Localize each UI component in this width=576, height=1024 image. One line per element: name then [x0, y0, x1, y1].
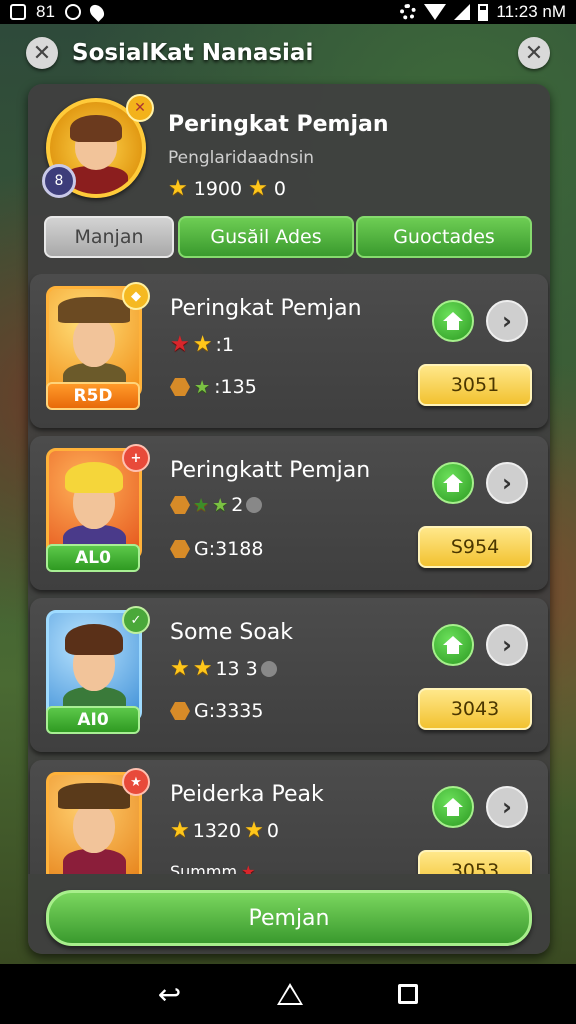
- home-icon: [443, 312, 463, 330]
- player-stars: ★ ★ 2: [170, 494, 263, 516]
- star-icon: ★: [170, 332, 190, 357]
- score-button[interactable]: 3051: [418, 364, 532, 406]
- player-stars: ★ 1320 ★ 0: [170, 818, 279, 843]
- hex-coin-icon: [170, 702, 190, 720]
- battery-icon: [478, 3, 489, 21]
- star-icon: ★: [192, 656, 213, 681]
- hex-coin-icon: [170, 540, 190, 558]
- close-button-right[interactable]: ✕: [518, 37, 550, 69]
- status-bar: 81 11:23 nM: [0, 0, 576, 24]
- hex-coin-icon: [170, 496, 190, 514]
- token-icon: [260, 660, 277, 677]
- profile-stars-count: 1900: [193, 177, 243, 200]
- player-stars: ★ ★ :1: [170, 332, 234, 357]
- player-coins: Summm ★: [170, 862, 255, 874]
- player-name: Peringkat Pemjan: [170, 296, 362, 321]
- close-icon: ✕: [524, 40, 544, 66]
- gallery-icon: [10, 4, 26, 20]
- player-coins: ★ :135: [170, 376, 257, 398]
- player-profile: ✕ 8 Peringkat Pemjan Penglaridaadnsin ★ …: [42, 94, 536, 214]
- star-icon: ★: [170, 656, 190, 681]
- plus-badge-icon: +: [122, 444, 150, 472]
- list-item[interactable]: ◆ R5D Peringkat Pemjan ★ ★ :1 ★ :135 › 3…: [30, 274, 548, 428]
- profile-stats: ★ 1900 ★ 0: [168, 176, 286, 201]
- status-time: 11:23 nM: [496, 2, 566, 21]
- profile-gold-count: 0: [273, 177, 286, 200]
- star-icon: ★: [170, 818, 190, 843]
- close-icon: ✕: [32, 40, 52, 66]
- star-icon: ★: [168, 176, 188, 201]
- home-icon: [443, 636, 463, 654]
- star-icon: ★: [192, 332, 213, 357]
- list-item[interactable]: + AL0 Peringkatt Pemjan ★ ★ 2 G:3188 › S…: [30, 436, 548, 590]
- details-button[interactable]: ›: [486, 786, 528, 828]
- profile-name: Peringkat Pemjan: [168, 112, 389, 137]
- player-coins: G:3188: [170, 538, 263, 560]
- home-button[interactable]: [432, 462, 474, 504]
- tab-bar: Manjan Gusăil Ades Guoctades: [44, 216, 532, 258]
- status-left-text: 81: [36, 2, 55, 21]
- chevron-right-icon: ›: [502, 631, 512, 659]
- level-badge: AI0: [46, 706, 140, 734]
- token-icon: [246, 497, 263, 513]
- android-nav-bar: ↩: [0, 964, 576, 1024]
- player-coins: G:3335: [170, 700, 263, 722]
- star-icon: ★: [194, 376, 211, 398]
- star-icon: ★: [193, 494, 210, 516]
- score-button[interactable]: S954: [418, 526, 532, 568]
- home-button[interactable]: [432, 786, 474, 828]
- leaf-badge-icon: ✓: [122, 606, 150, 634]
- location-icon: [87, 2, 107, 22]
- details-button[interactable]: ›: [486, 462, 528, 504]
- chevron-right-icon: ›: [502, 793, 512, 821]
- back-icon[interactable]: ↩: [158, 978, 181, 1011]
- star-icon: ★: [248, 176, 268, 201]
- home-nav-icon[interactable]: [276, 983, 303, 1005]
- details-button[interactable]: ›: [486, 300, 528, 342]
- profile-subtitle: Penglaridaadnsin: [168, 148, 315, 168]
- settings-icon: [400, 4, 417, 20]
- star-badge-icon: ★: [122, 768, 150, 796]
- home-icon: [443, 798, 463, 816]
- level-badge: AL0: [46, 544, 140, 572]
- leaderboard-panel: ✕ 8 Peringkat Pemjan Penglaridaadnsin ★ …: [28, 84, 550, 954]
- score-button[interactable]: 3043: [418, 688, 532, 730]
- list-item[interactable]: ★ Peiderka Peak ★ 1320 ★ 0 Summm ★ › 305…: [30, 760, 548, 874]
- star-icon: ★: [241, 862, 256, 874]
- chevron-right-icon: ›: [502, 307, 512, 335]
- header: ✕ SosialKat Nanasiai ✕: [0, 30, 576, 76]
- tab-guoctades[interactable]: Guoctades: [356, 216, 532, 258]
- details-button[interactable]: ›: [486, 624, 528, 666]
- recent-apps-icon[interactable]: [398, 984, 419, 1004]
- level-badge: R5D: [46, 382, 140, 410]
- player-name: Peringkatt Pemjan: [170, 458, 371, 483]
- star-icon: ★: [212, 494, 229, 516]
- home-icon: [443, 474, 463, 492]
- star-icon: ★: [244, 818, 264, 843]
- home-button[interactable]: [432, 624, 474, 666]
- gem-badge-icon: ◆: [122, 282, 150, 310]
- leaderboard-list[interactable]: ◆ R5D Peringkat Pemjan ★ ★ :1 ★ :135 › 3…: [28, 274, 550, 874]
- page-title: SosialKat Nanasiai: [72, 40, 314, 66]
- signal-icon: [454, 4, 471, 20]
- score-button[interactable]: 3053: [418, 850, 532, 874]
- level-badge: 8: [42, 164, 76, 198]
- chevron-right-icon: ›: [502, 469, 512, 497]
- wifi-icon: [424, 4, 447, 20]
- player-stars: ★ ★ 13 3: [170, 656, 277, 681]
- tab-gusail-ades[interactable]: Gusăil Ades: [178, 216, 354, 258]
- tab-manjan[interactable]: Manjan: [44, 216, 174, 258]
- sync-icon: [64, 4, 81, 20]
- player-name: Peiderka Peak: [170, 782, 324, 807]
- rank-medal-icon: ✕: [126, 94, 154, 122]
- player-name: Some Soak: [170, 620, 294, 645]
- list-item[interactable]: ✓ AI0 Some Soak ★ ★ 13 3 G:3335 › 3043: [30, 598, 548, 752]
- home-button[interactable]: [432, 300, 474, 342]
- hex-coin-icon: [170, 378, 190, 396]
- primary-action-button[interactable]: Pemjan: [46, 890, 532, 946]
- close-button-left[interactable]: ✕: [26, 37, 58, 69]
